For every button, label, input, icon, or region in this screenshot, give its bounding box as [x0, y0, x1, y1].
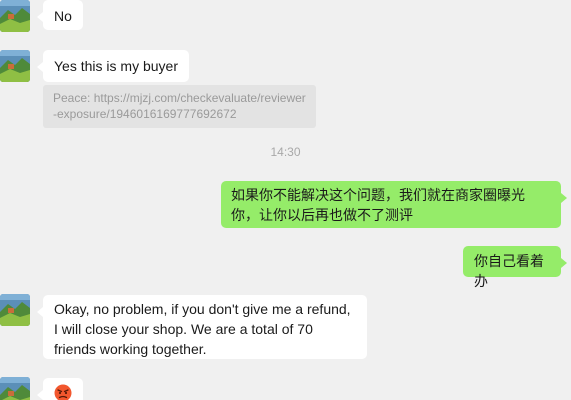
avatar-landscape-image — [0, 50, 30, 82]
avatar-landscape-image — [0, 377, 30, 400]
message-bubble-outgoing[interactable]: 如果你不能解决这个问题，我们就在商家圈曝光你，让你以后再也做不了测评 — [221, 181, 567, 228]
chat-message-list[interactable]: No Yes this is my buyer Peace: https://m… — [0, 0, 571, 400]
message-bubble-incoming[interactable]: Yes this is my buyer — [37, 50, 189, 82]
avatar-landscape-image — [0, 294, 30, 326]
contact-avatar[interactable] — [0, 50, 30, 82]
avatar-landscape-image — [0, 0, 30, 32]
quoted-message[interactable]: Peace: https://mjzj.com/checkevaluate/re… — [43, 85, 316, 128]
message-text: 如果你不能解决这个问题，我们就在商家圈曝光你，让你以后再也做不了测评 — [231, 187, 525, 223]
message-timestamp: 14:30 — [270, 145, 301, 159]
quoted-message-text: Peace: https://mjzj.com/checkevaluate/re… — [53, 91, 306, 121]
message-text: Okay, no problem, if you don't give me a… — [54, 301, 351, 357]
message-text: No — [54, 8, 72, 24]
message-bubble-incoming[interactable] — [37, 378, 83, 400]
message-bubble-incoming[interactable]: No — [37, 0, 83, 30]
message-text: 你自己看着办 — [474, 253, 544, 289]
message-bubble-outgoing[interactable]: 你自己看着办 — [463, 246, 567, 289]
contact-avatar[interactable] — [0, 0, 30, 32]
message-text: Yes this is my buyer — [54, 58, 178, 74]
angry-face-emoji-icon — [54, 384, 72, 400]
contact-avatar[interactable] — [0, 294, 30, 326]
contact-avatar[interactable] — [0, 377, 30, 400]
message-bubble-incoming[interactable]: Okay, no problem, if you don't give me a… — [37, 295, 367, 359]
